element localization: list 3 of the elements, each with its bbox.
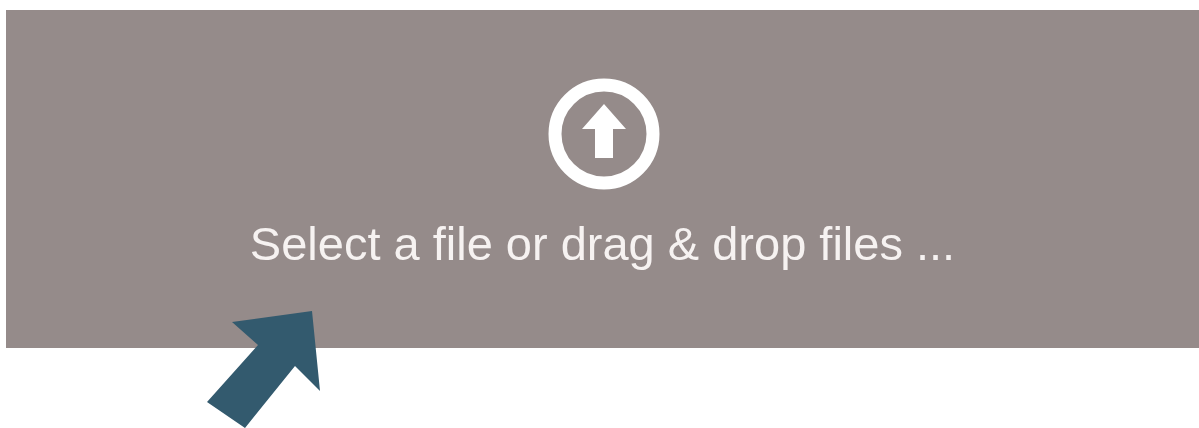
drop-zone[interactable]: Select a file or drag & drop files ... bbox=[6, 10, 1199, 348]
drop-zone-label: Select a file or drag & drop files ... bbox=[249, 216, 956, 271]
upload-icon bbox=[547, 78, 660, 190]
